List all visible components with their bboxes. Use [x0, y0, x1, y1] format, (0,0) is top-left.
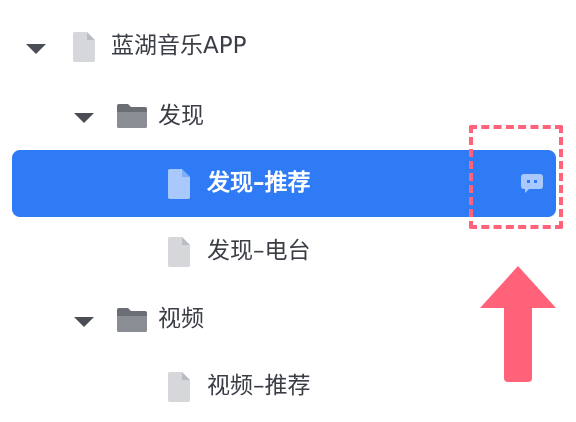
- caret-down-icon[interactable]: [74, 317, 94, 327]
- tree-item-label: 视频: [158, 306, 204, 332]
- caret-down-icon[interactable]: [74, 113, 94, 123]
- tree-item-label: 蓝湖音乐APP: [111, 33, 247, 59]
- folder-icon: [117, 308, 147, 332]
- tree-item-label: 视频–推荐: [207, 373, 311, 399]
- caret-down-icon[interactable]: [26, 44, 46, 54]
- tree-item-project[interactable]: 蓝湖音乐APP: [0, 12, 576, 80]
- annotation-dashed-box: [469, 125, 563, 229]
- tree-item-label: 发现–推荐: [207, 170, 311, 196]
- folder-icon: [117, 104, 147, 128]
- file-icon: [168, 372, 190, 402]
- file-icon: [73, 32, 95, 62]
- annotation-arrow-up-icon: [480, 266, 556, 382]
- tree-item-label: 发现: [158, 103, 204, 129]
- file-icon: [168, 169, 190, 199]
- tree-item-label: 发现–电台: [207, 238, 311, 264]
- file-icon: [168, 237, 190, 267]
